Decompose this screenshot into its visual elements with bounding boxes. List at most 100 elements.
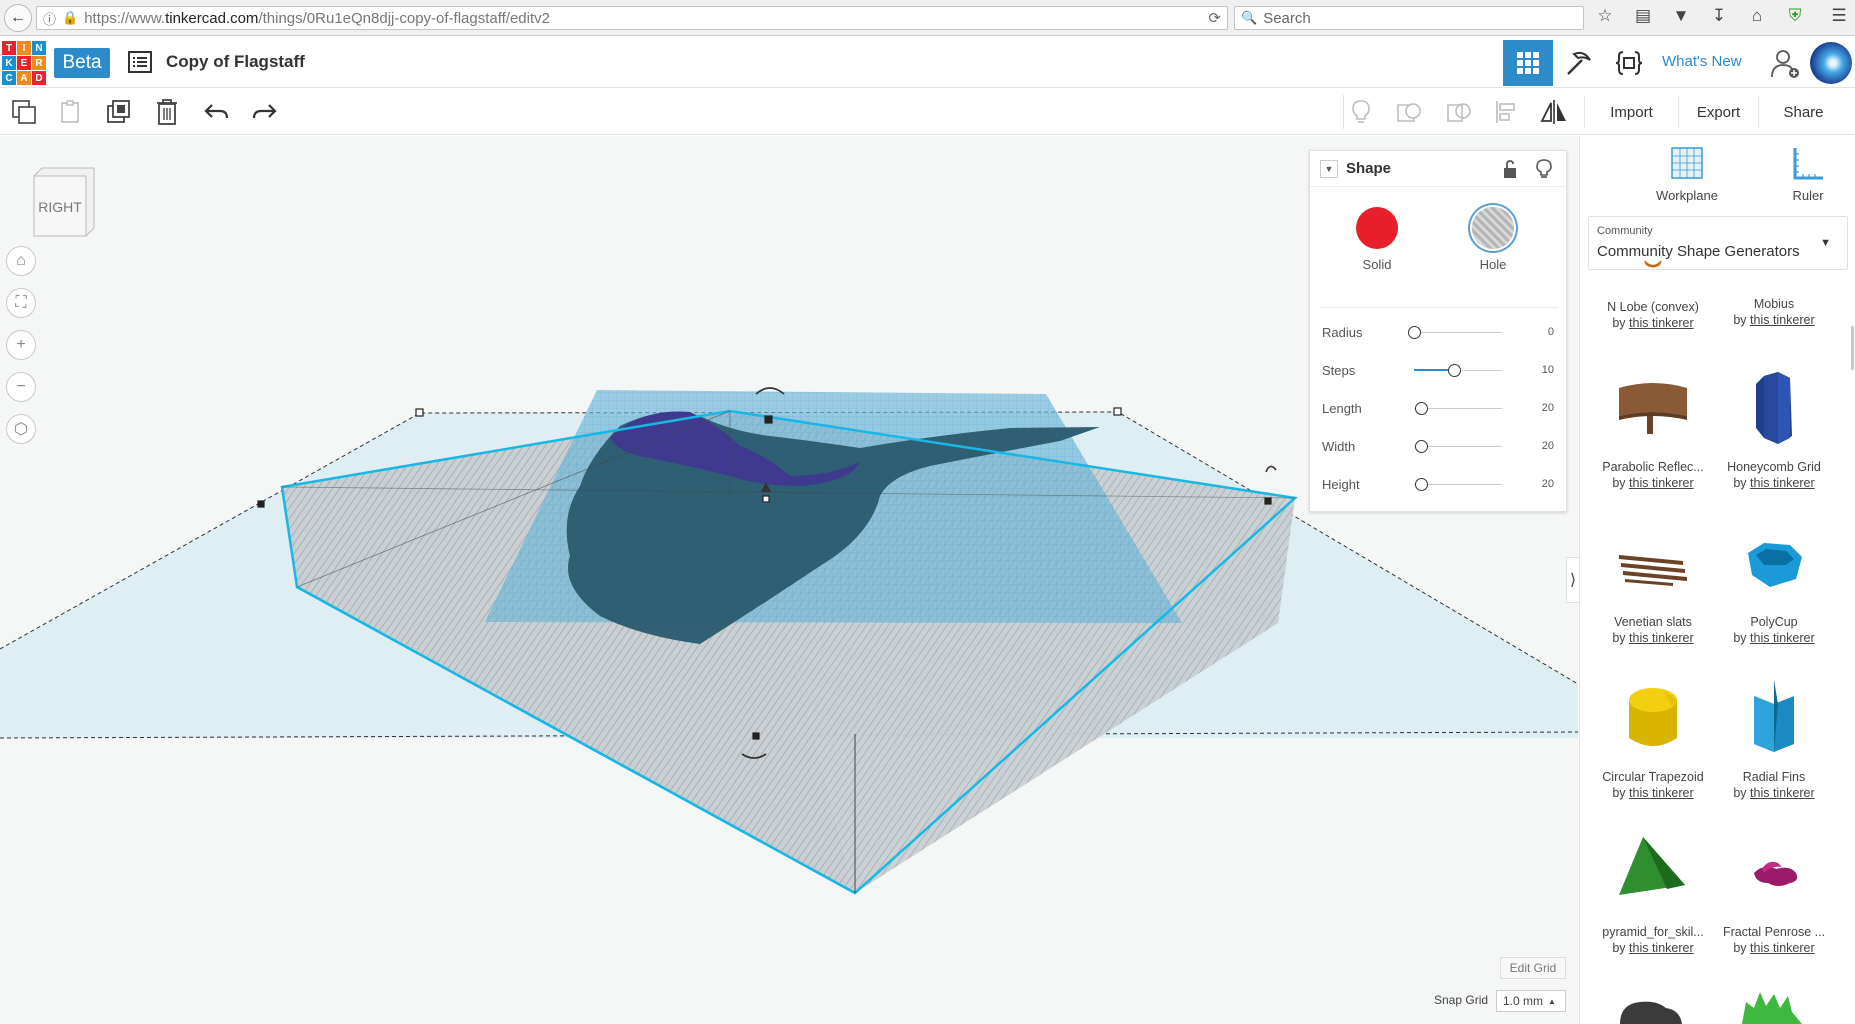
whats-new-link[interactable]: What's New <box>1662 53 1742 70</box>
author-link[interactable]: this tinkerer <box>1629 316 1694 330</box>
resize-handle[interactable] <box>1264 497 1272 505</box>
address-bar[interactable]: ⓘ 🔒 https://www.tinkercad.com/things/0Ru… <box>36 6 1228 30</box>
perspective-button[interactable]: ⬡ <box>6 414 36 444</box>
info-icon[interactable]: ⓘ <box>43 9 56 28</box>
hole-option[interactable]: Hole <box>1458 207 1528 272</box>
reading-list-icon[interactable]: ▤ <box>1632 6 1654 26</box>
pocket-icon[interactable]: ▼ <box>1670 6 1692 26</box>
copy-button[interactable] <box>7 95 41 129</box>
collapse-caret-icon[interactable]: ▼ <box>1320 159 1338 178</box>
align-button[interactable] <box>1490 95 1524 129</box>
solid-option[interactable]: Solid <box>1342 207 1412 272</box>
copy-icon <box>12 100 36 124</box>
parabolic-reflector-thumb <box>1619 383 1687 434</box>
author-link[interactable]: this tinkerer <box>1629 941 1694 955</box>
resize-handle[interactable] <box>764 415 773 424</box>
import-button[interactable]: Import <box>1584 96 1678 128</box>
menu-icon[interactable]: ☰ <box>1828 6 1850 26</box>
fit-view-button[interactable]: ⛶ <box>6 288 36 318</box>
shape-name: Circular Trapezoid <box>1602 770 1704 784</box>
beta-badge[interactable]: Beta <box>54 48 110 78</box>
export-button[interactable]: Export <box>1678 96 1758 128</box>
author-link[interactable]: this tinkerer <box>1750 941 1815 955</box>
author-link[interactable]: this tinkerer <box>1750 476 1815 490</box>
group-button[interactable] <box>1392 95 1426 129</box>
author-link[interactable]: this tinkerer <box>1629 476 1694 490</box>
share-button[interactable]: Share <box>1758 96 1848 128</box>
shape-card[interactable]: Mobius by this tinkerer <box>1714 260 1834 328</box>
rotate-arrow-icon[interactable] <box>1265 465 1277 473</box>
snap-grid-select[interactable]: 1.0 mm ▲ <box>1496 990 1566 1012</box>
back-button[interactable]: ← <box>4 3 32 32</box>
solid-swatch[interactable] <box>1356 207 1398 249</box>
zoom-in-button[interactable]: + <box>6 330 36 360</box>
reload-icon[interactable]: ⟳ <box>1208 9 1221 27</box>
resize-handle[interactable] <box>752 732 760 740</box>
unlock-icon[interactable] <box>1502 159 1518 179</box>
download-icon[interactable]: ↧ <box>1708 6 1730 26</box>
home-view-button[interactable]: ⌂ <box>6 246 36 276</box>
sidebar-scrollbar[interactable] <box>1851 326 1854 370</box>
design-list-icon[interactable] <box>128 51 152 73</box>
resize-handle[interactable] <box>257 500 265 508</box>
redo-button[interactable] <box>247 95 281 129</box>
shape-card[interactable]: Radial Fins by this tinkerer <box>1714 678 1834 801</box>
hole-swatch[interactable] <box>1472 207 1514 249</box>
author-link[interactable]: this tinkerer <box>1750 631 1815 645</box>
tab-bricks[interactable] <box>1554 40 1604 86</box>
shape-card[interactable]: Venetian slats by this tinkerer <box>1593 523 1713 646</box>
resize-handle[interactable] <box>415 408 424 417</box>
tinkercad-logo[interactable]: T I N K E R C A D <box>2 41 46 85</box>
dropdown-arrow-icon: ▼ <box>1820 237 1831 249</box>
param-value[interactable]: 20 <box>1542 440 1554 452</box>
show-all-button[interactable] <box>1344 95 1378 129</box>
venetian-slats-thumb <box>1619 555 1687 586</box>
shape-card[interactable]: pyramid_for_skil... by this tinkerer <box>1593 833 1713 956</box>
resize-handle[interactable] <box>1113 407 1122 416</box>
slider-knob[interactable] <box>1415 478 1428 491</box>
design-title[interactable]: Copy of Flagstaff <box>166 52 305 72</box>
shape-card[interactable]: Honeycomb Grid by this tinkerer <box>1714 368 1834 491</box>
duplicate-button[interactable] <box>103 95 137 129</box>
shape-card[interactable]: N Lobe (convex) by this tinkerer <box>1593 260 1713 331</box>
view-cube[interactable]: RIGHT <box>30 166 98 240</box>
bookmark-star-icon[interactable]: ☆ <box>1594 6 1616 26</box>
undo-button[interactable] <box>200 95 234 129</box>
slider-knob[interactable] <box>1415 402 1428 415</box>
author-link[interactable]: this tinkerer <box>1750 786 1815 800</box>
profile-avatar[interactable] <box>1810 42 1852 84</box>
author-link[interactable]: this tinkerer <box>1629 786 1694 800</box>
ruler-tool[interactable]: Ruler <box>1763 146 1853 203</box>
shape-card[interactable]: Circular Trapezoid by this tinkerer <box>1593 678 1713 801</box>
shield-icon[interactable]: ⛨ <box>1784 6 1806 26</box>
mirror-button[interactable] <box>1537 95 1571 129</box>
paste-button[interactable] <box>54 95 88 129</box>
author-link[interactable]: this tinkerer <box>1629 631 1694 645</box>
slider-track[interactable] <box>1414 332 1502 333</box>
plus-icon: + <box>16 336 26 353</box>
delete-button[interactable] <box>150 95 184 129</box>
resize-handle[interactable] <box>762 495 770 503</box>
zoom-out-button[interactable]: − <box>6 372 36 402</box>
browser-search-field[interactable]: 🔍 Search <box>1234 6 1584 30</box>
slider-knob[interactable] <box>1408 326 1421 339</box>
ungroup-button[interactable] <box>1442 95 1476 129</box>
add-user-icon[interactable] <box>1768 47 1802 79</box>
slider-knob[interactable] <box>1415 440 1428 453</box>
tab-codeblocks[interactable] <box>1604 40 1654 86</box>
collapse-sidebar-button[interactable]: ⟩ <box>1566 557 1580 603</box>
shape-card[interactable]: PolyCup by this tinkerer <box>1714 523 1834 646</box>
workplane-tool[interactable]: Workplane <box>1642 146 1732 203</box>
param-value[interactable]: 20 <box>1542 402 1554 414</box>
home-icon[interactable]: ⌂ <box>1746 6 1768 26</box>
shape-card[interactable]: Fractal Penrose ... by this tinkerer <box>1714 833 1834 956</box>
slider-knob[interactable] <box>1448 364 1461 377</box>
edit-grid-button[interactable]: Edit Grid <box>1500 957 1566 979</box>
author-link[interactable]: this tinkerer <box>1750 313 1815 327</box>
lightbulb-icon[interactable] <box>1536 159 1552 179</box>
tab-3d-design[interactable] <box>1503 40 1553 86</box>
param-value[interactable]: 0 <box>1548 326 1554 338</box>
param-value[interactable]: 10 <box>1542 364 1554 376</box>
shape-card[interactable]: Parabolic Reflec... by this tinkerer <box>1593 368 1713 491</box>
param-value[interactable]: 20 <box>1542 478 1554 490</box>
